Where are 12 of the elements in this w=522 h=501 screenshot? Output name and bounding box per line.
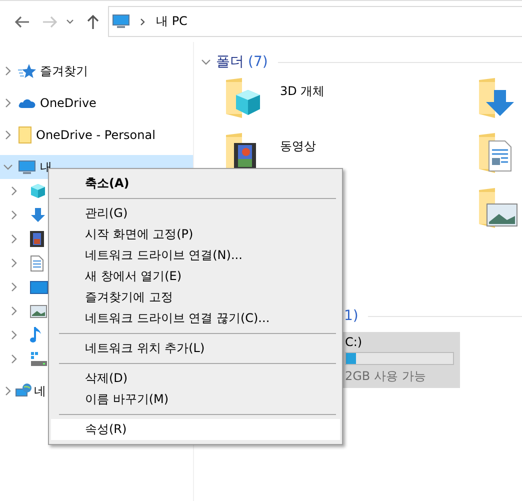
sidebar-label: OneDrive - Personal (36, 128, 156, 142)
free-space-text: 2GB 사용 가능 (345, 368, 427, 385)
sidebar-label: 즐겨찾기 (40, 62, 88, 80)
section-count: 1) (344, 308, 358, 324)
sidebar-label: 네 (34, 382, 46, 400)
folder-label: 3D 개체 (280, 83, 325, 100)
sidebar-label: OneDrive (40, 96, 96, 110)
section-title: 폴더 (216, 53, 244, 71)
drive-label: C:) (345, 335, 364, 349)
folder-label: 동영상 (280, 138, 316, 155)
address-path: 내 PC (156, 13, 188, 30)
section-count: (7) (248, 54, 268, 70)
